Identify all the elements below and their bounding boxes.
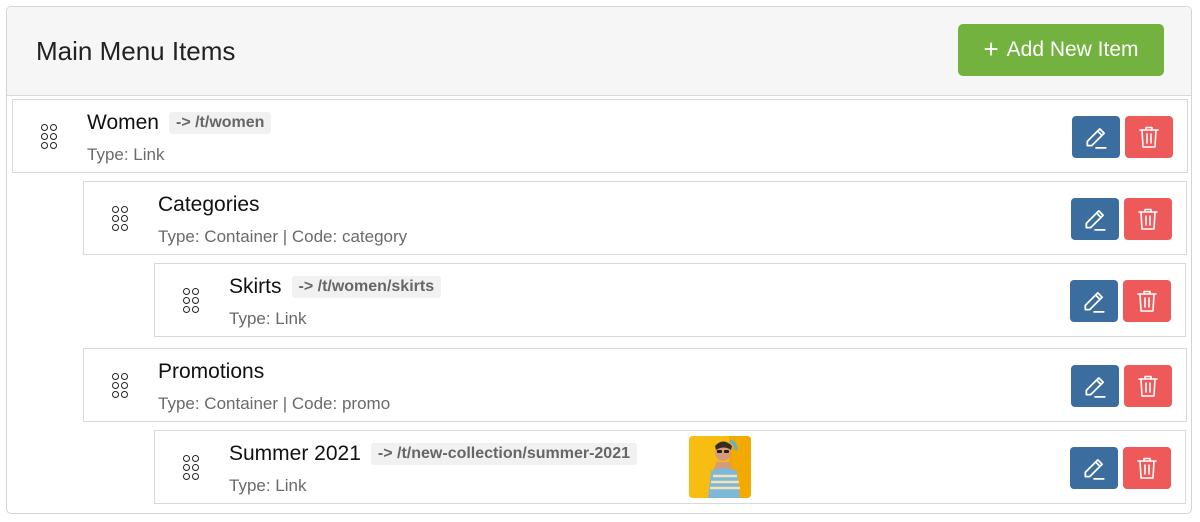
delete-button[interactable] (1125, 116, 1173, 158)
menu-item-skirts: Skirts -> /t/women/skirts Type: Link (154, 263, 1186, 337)
trash-icon (1138, 208, 1158, 230)
menu-item-thumbnail-image (689, 436, 751, 498)
add-new-item-label: Add New Item (1006, 38, 1139, 61)
menu-item-path: -> /t/women/skirts (291, 276, 442, 298)
menu-item-summer-2021: Summer 2021 -> /t/new-collection/summer-… (154, 430, 1186, 504)
pencil-icon (1086, 128, 1107, 149)
menu-items-panel: Main Menu Items + Add New Item Women -> … (6, 6, 1192, 514)
trash-icon (1137, 290, 1157, 312)
delete-button[interactable] (1124, 198, 1172, 240)
pencil-icon (1084, 459, 1105, 480)
edit-button[interactable] (1070, 447, 1118, 489)
menu-item-type: Type: Container | Code: category (158, 227, 408, 246)
page-title: Main Menu Items (36, 36, 236, 66)
drag-handle-icon[interactable] (112, 373, 130, 399)
menu-item-type: Type: Container | Code: promo (158, 394, 391, 413)
menu-item-name: Categories (158, 193, 260, 216)
delete-button[interactable] (1123, 447, 1171, 489)
pencil-icon (1084, 292, 1105, 313)
trash-icon (1137, 457, 1157, 479)
menu-item-type: Type: Link (229, 309, 307, 328)
delete-button[interactable] (1124, 365, 1172, 407)
trash-icon (1139, 126, 1159, 148)
menu-item-name: Women (87, 111, 159, 134)
menu-item-type: Type: Link (229, 476, 307, 495)
drag-handle-icon[interactable] (183, 288, 201, 314)
drag-handle-icon[interactable] (112, 206, 130, 232)
delete-button[interactable] (1123, 280, 1171, 322)
add-new-item-button[interactable]: + Add New Item (958, 24, 1164, 76)
menu-item-name: Promotions (158, 360, 265, 383)
menu-item-type: Type: Link (87, 145, 165, 164)
edit-button[interactable] (1071, 365, 1119, 407)
pencil-icon (1085, 377, 1106, 398)
menu-item-name: Summer 2021 (229, 442, 361, 465)
menu-item-path: -> /t/new-collection/summer-2021 (370, 443, 637, 465)
trash-icon (1138, 375, 1158, 397)
edit-button[interactable] (1070, 280, 1118, 322)
plus-icon: + (983, 34, 999, 64)
edit-button[interactable] (1072, 116, 1120, 158)
pencil-icon (1085, 210, 1106, 231)
drag-handle-icon[interactable] (41, 124, 59, 150)
drag-handle-icon[interactable] (183, 455, 201, 481)
menu-item-women: Women -> /t/women Type: Link (12, 99, 1188, 173)
edit-button[interactable] (1071, 198, 1119, 240)
menu-item-categories: Categories Type: Container | Code: categ… (83, 181, 1187, 255)
menu-item-path: -> /t/women (168, 112, 272, 134)
menu-item-name: Skirts (229, 275, 282, 298)
panel-header: Main Menu Items + Add New Item (7, 7, 1191, 96)
menu-item-promotions: Promotions Type: Container | Code: promo (83, 348, 1187, 422)
